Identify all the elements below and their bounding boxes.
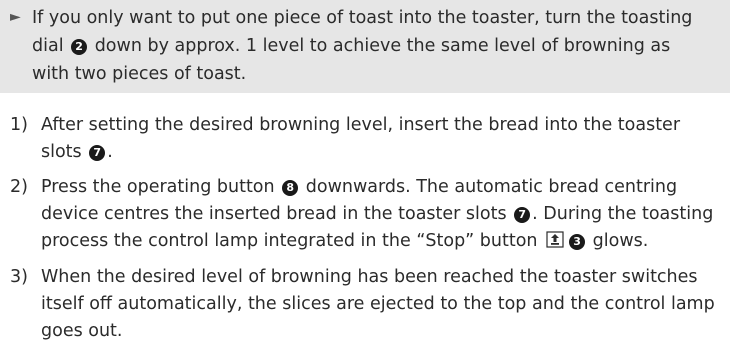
number-badge-icon: 7 (89, 145, 106, 161)
arrow-bullet-icon: ► (10, 9, 21, 25)
number-badge-icon: 2 (71, 39, 88, 55)
step-2-line-1b: downwards. The automatic bread centring (300, 177, 678, 197)
step-2-line-3b: glows. (587, 231, 649, 251)
step-2-line-3a: process the control lamp integrated in t… (41, 231, 544, 251)
step-2-line-2b: . During the toasting (532, 204, 714, 224)
step-3-line-1: When the desired level of browning has b… (41, 267, 698, 287)
step-text: When the desired level of browning has b… (41, 264, 723, 345)
step-1-line-2b: . (107, 142, 113, 162)
step-3-line-3: goes out. (41, 321, 123, 341)
note-text: If you only want to put one piece of toa… (32, 4, 722, 88)
step-number: 3) (10, 267, 28, 287)
note-line-2b: down by approx. 1 level to achieve the s… (89, 36, 671, 56)
step-text: Press the operating button 8 downwards. … (41, 174, 723, 257)
number-badge-icon: 8 (282, 180, 299, 196)
step-2-line-1a: Press the operating button (41, 177, 281, 197)
step-3-line-2: itself off automatically, the slices are… (41, 294, 715, 314)
step-1-line-2a: slots (41, 142, 88, 162)
note-line-1: If you only want to put one piece of toa… (32, 8, 693, 28)
step-text: After setting the desired browning level… (41, 112, 723, 166)
number-badge-icon: 7 (514, 207, 531, 223)
note-line-3: with two pieces of toast. (32, 64, 247, 84)
step-number: 2) (10, 177, 28, 197)
note-line-2a: dial (32, 36, 70, 56)
step-1-line-1: After setting the desired browning level… (41, 115, 681, 135)
stop-button-icon (546, 230, 564, 257)
number-badge-icon: 3 (569, 234, 586, 250)
step-2-line-2a: device centres the inserted bread in the… (41, 204, 513, 224)
note-box: ► If you only want to put one piece of t… (0, 0, 730, 93)
step-number: 1) (10, 115, 28, 135)
